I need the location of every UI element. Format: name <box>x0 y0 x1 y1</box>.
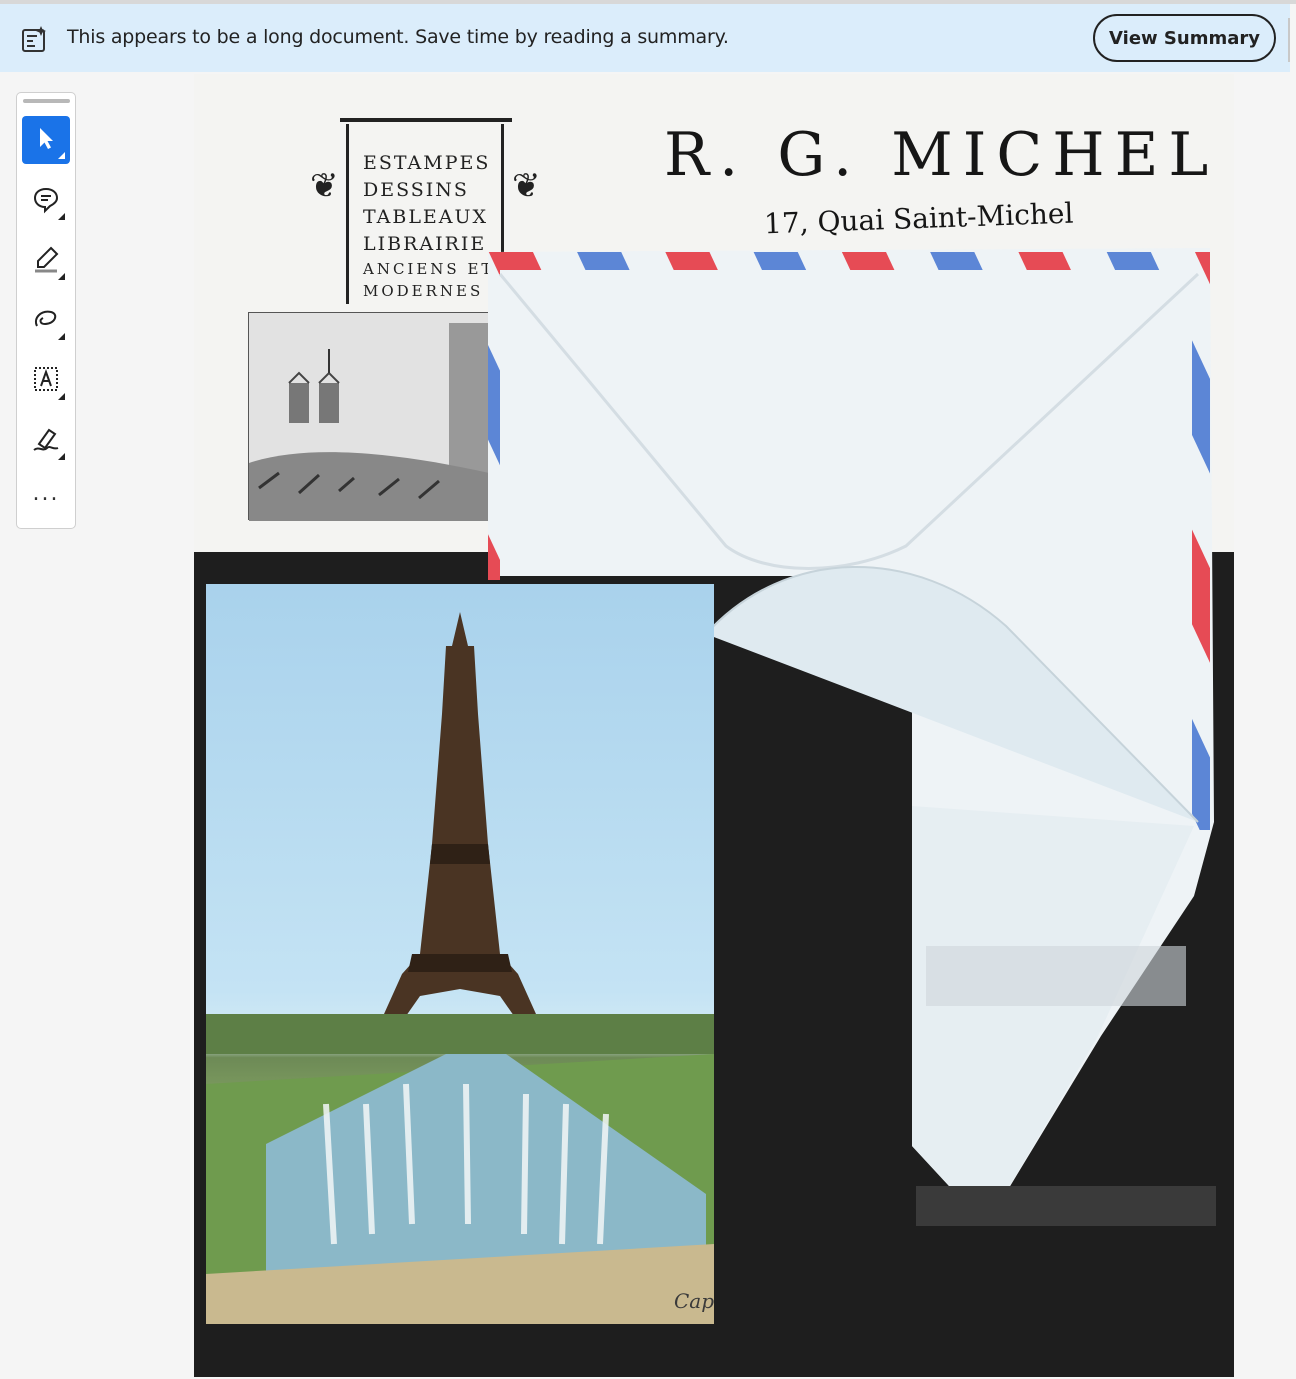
tool-menu-corner <box>58 273 65 280</box>
letterhead-line: DESSINS <box>363 179 469 201</box>
postcard-publisher-mark: Cap <box>674 1289 714 1313</box>
ornament-right-icon: ❦ <box>512 166 541 206</box>
draw-tool-button[interactable] <box>22 297 70 345</box>
viewer-right-margin <box>1234 74 1296 1379</box>
letterhead-trade-box: ESTAMPES DESSINS TABLEAUX LIBRAIRIE ANCI… <box>346 124 504 304</box>
tool-menu-corner <box>58 152 65 159</box>
annotation-toolbar: ... <box>16 92 76 529</box>
letterhead-line: LIBRAIRIE <box>363 233 487 255</box>
toolbar-drag-handle[interactable] <box>23 99 70 103</box>
banner-message: This appears to be a long document. Save… <box>67 26 729 48</box>
more-dots-icon: ... <box>32 481 60 506</box>
highlighter-pen-icon <box>31 244 61 278</box>
comment-bubble-icon <box>31 184 61 218</box>
letterhead-frame-top <box>340 118 512 122</box>
more-tools-button[interactable]: ... <box>22 475 70 523</box>
eiffel-tower-postcard: Cap <box>206 584 714 1324</box>
tool-menu-corner <box>58 453 65 460</box>
notre-dame-etching <box>248 312 489 521</box>
highlight-tool-button[interactable] <box>22 237 70 285</box>
comment-tool-button[interactable] <box>22 177 70 225</box>
freehand-loop-icon <box>31 304 61 338</box>
letterhead-line: ANCIENS ET <box>363 260 495 278</box>
sign-tool-button[interactable] <box>22 417 70 465</box>
summary-banner: This appears to be a long document. Save… <box>0 4 1290 72</box>
pointer-arrow-icon <box>31 123 61 157</box>
text-box-icon <box>31 364 61 398</box>
letterhead-name: R. G. MICHEL <box>664 120 1219 190</box>
ornament-left-icon: ❦ <box>310 166 339 206</box>
letterhead-address: 17, Quai Saint-Michel <box>763 196 1074 241</box>
summary-doc-icon <box>20 24 50 54</box>
text-box-tool-button[interactable] <box>22 357 70 405</box>
tool-menu-corner <box>58 393 65 400</box>
banner-divider <box>1288 18 1290 62</box>
signature-pen-icon <box>31 424 61 458</box>
letterhead-line: MODERNES <box>363 282 484 300</box>
tool-menu-corner <box>58 333 65 340</box>
document-page: ❦ ❦ ESTAMPES DESSINS TABLEAUX LIBRAIRIE … <box>194 74 1234 1377</box>
letterhead-line: ESTAMPES <box>363 152 491 174</box>
tool-menu-corner <box>58 213 65 220</box>
letterhead-line: TABLEAUX <box>363 206 489 228</box>
select-tool-button[interactable] <box>22 116 70 164</box>
view-summary-button[interactable]: View Summary <box>1093 14 1276 62</box>
